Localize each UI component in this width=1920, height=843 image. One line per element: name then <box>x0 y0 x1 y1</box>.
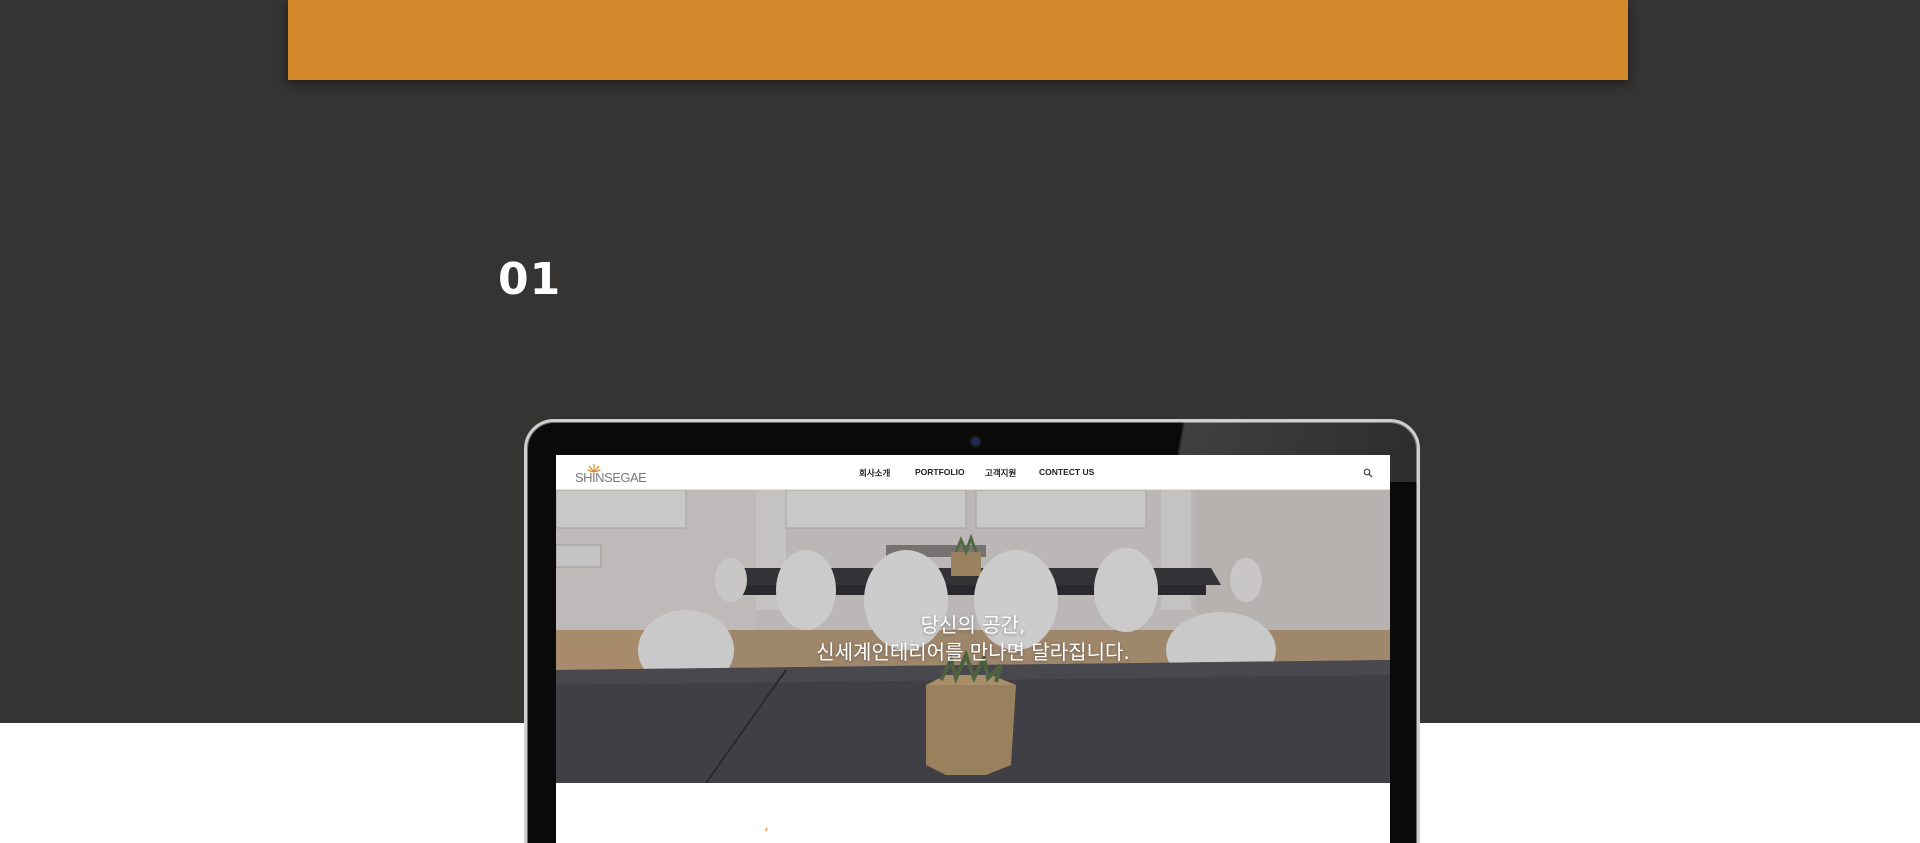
step-number: 01 <box>498 254 562 305</box>
camera-icon <box>971 437 980 446</box>
nav-item-contact[interactable]: CONTECT US <box>1039 467 1094 477</box>
site-header: SHINSEGAE 회사소개 PORTFOLIO 고객지원 CONTECT US <box>556 455 1390 490</box>
hero-headline: 당신의 공간, 신세계인테리어를 만나면 달라집니다. <box>556 612 1390 666</box>
laptop-screen: SHINSEGAE 회사소개 PORTFOLIO 고객지원 CONTECT US <box>556 455 1390 843</box>
hero-headline-line2: 신세계인테리어를 만나면 달라집니다. <box>816 640 1130 664</box>
hero-headline-line1: 당신의 공간, <box>920 613 1026 637</box>
nav-item-support[interactable]: 고객지원 <box>985 467 1016 479</box>
hero-banner: 당신의 공간, 신세계인테리어를 만나면 달라집니다. <box>556 490 1390 783</box>
site-nav: 회사소개 PORTFOLIO 고객지원 CONTECT US <box>556 455 1390 490</box>
nav-item-portfolio[interactable]: PORTFOLIO <box>915 467 965 477</box>
quote-mark: ‘ <box>764 826 769 842</box>
nav-item-about[interactable]: 회사소개 <box>859 467 890 479</box>
search-icon[interactable] <box>1363 468 1373 478</box>
orange-banner <box>288 0 1628 80</box>
